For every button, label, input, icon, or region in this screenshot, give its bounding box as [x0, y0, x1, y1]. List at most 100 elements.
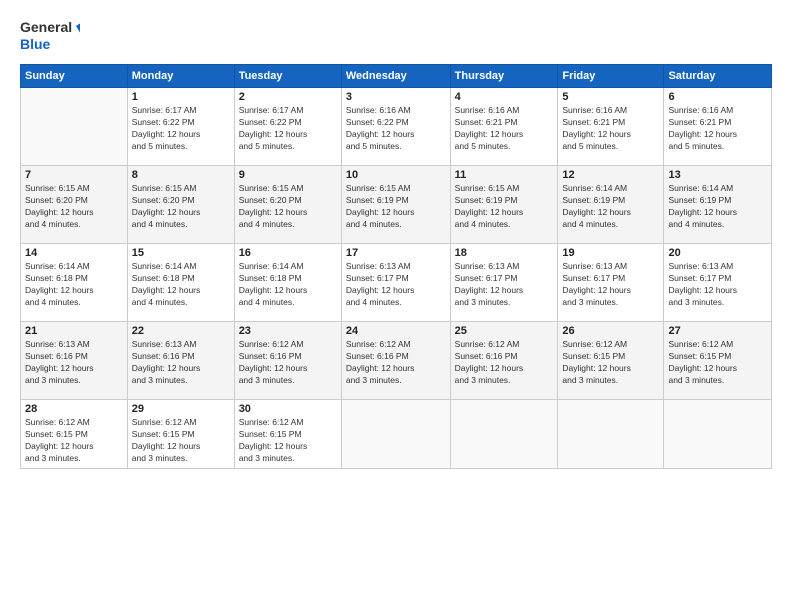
day-info: Sunrise: 6:13 AMSunset: 6:16 PMDaylight:…: [132, 339, 230, 387]
day-number: 29: [132, 403, 230, 415]
day-info: Sunrise: 6:12 AMSunset: 6:15 PMDaylight:…: [239, 417, 337, 465]
calendar-cell: 4Sunrise: 6:16 AMSunset: 6:21 PMDaylight…: [450, 88, 558, 166]
day-number: 28: [25, 403, 123, 415]
calendar-cell: 25 Sunrise: 6:12 AMSunset: 6:16 PMDayligh…: [450, 322, 558, 400]
day-number: 1: [132, 91, 230, 103]
day-number: 14: [25, 247, 123, 259]
day-number: 22: [132, 325, 230, 337]
day-info: Sunrise: 6:14 AMSunset: 6:18 PMDaylight:…: [239, 261, 337, 309]
calendar-cell: 5 Sunrise: 6:16 AMSunset: 6:21 PMDaylight…: [558, 88, 664, 166]
calendar-cell: 14 Sunrise: 6:14 AMSunset: 6:18 PMDayligh…: [21, 244, 128, 322]
day-info: Sunrise: 6:14 AMSunset: 6:19 PMDaylight:…: [562, 183, 659, 231]
calendar-cell: 29 Sunrise: 6:12 AMSunset: 6:15 PMDayligh…: [127, 400, 234, 469]
day-info: Sunrise: 6:12 AMSunset: 6:16 PMDaylight:…: [239, 339, 337, 387]
day-info: Sunrise: 6:13 AMSunset: 6:17 PMDaylight:…: [562, 261, 659, 309]
day-info: Sunrise: 6:12 AMSunset: 6:15 PMDaylight:…: [562, 339, 659, 387]
day-info: Sunrise: 6:17 AMSunset: 6:22 PMDaylight:…: [239, 105, 337, 153]
day-info: Sunrise: 6:16 AMSunset: 6:21 PMDaylight:…: [455, 105, 554, 153]
day-info: Sunrise: 6:16 AMSunset: 6:22 PMDaylight:…: [346, 105, 446, 153]
day-number: 2: [239, 91, 337, 103]
calendar-cell: 8 Sunrise: 6:15 AMSunset: 6:20 PMDaylight…: [127, 166, 234, 244]
calendar-cell: 10 Sunrise: 6:15 AMSunset: 6:19 PMDayligh…: [341, 166, 450, 244]
calendar-cell: 23Sunrise: 6:12 AMSunset: 6:16 PMDayligh…: [234, 322, 341, 400]
calendar-cell: [558, 400, 664, 469]
calendar-cell: 30 Sunrise: 6:12 AMSunset: 6:15 PMDayligh…: [234, 400, 341, 469]
calendar-cell: 11 Sunrise: 6:15 AMSunset: 6:19 PMDayligh…: [450, 166, 558, 244]
calendar-cell: 16 Sunrise: 6:14 AMSunset: 6:18 PMDayligh…: [234, 244, 341, 322]
calendar-cell: [664, 400, 772, 469]
day-info: Sunrise: 6:15 AMSunset: 6:19 PMDaylight:…: [455, 183, 554, 231]
calendar-cell: [21, 88, 128, 166]
calendar-cell: 28 Sunrise: 6:12 AMSunset: 6:15 PMDayligh…: [21, 400, 128, 469]
day-number: 20: [668, 247, 767, 259]
calendar-cell: 7Sunrise: 6:15 AMSunset: 6:20 PMDaylight…: [21, 166, 128, 244]
logo: General Blue: [20, 16, 80, 54]
header-row: SundayMondayTuesdayWednesdayThursdayFrid…: [21, 65, 772, 88]
day-number: 10: [346, 169, 446, 181]
day-info: Sunrise: 6:14 AMSunset: 6:19 PMDaylight:…: [668, 183, 767, 231]
calendar-cell: 21Sunrise: 6:13 AMSunset: 6:16 PMDayligh…: [21, 322, 128, 400]
day-number: 26: [562, 325, 659, 337]
day-number: 8: [132, 169, 230, 181]
svg-text:General: General: [20, 19, 72, 35]
day-info: Sunrise: 6:16 AMSunset: 6:21 PMDaylight:…: [562, 105, 659, 153]
calendar-cell: [450, 400, 558, 469]
calendar-cell: 27 Sunrise: 6:12 AMSunset: 6:15 PMDayligh…: [664, 322, 772, 400]
calendar-cell: 20Sunrise: 6:13 AMSunset: 6:17 PMDayligh…: [664, 244, 772, 322]
day-info: Sunrise: 6:13 AMSunset: 6:17 PMDaylight:…: [455, 261, 554, 309]
day-number: 15: [132, 247, 230, 259]
day-number: 30: [239, 403, 337, 415]
day-info: Sunrise: 6:14 AMSunset: 6:18 PMDaylight:…: [132, 261, 230, 309]
day-info: Sunrise: 6:15 AMSunset: 6:20 PMDaylight:…: [25, 183, 123, 231]
day-number: 6: [668, 91, 767, 103]
day-number: 27: [668, 325, 767, 337]
page: General Blue SundayMondayTuesdayWednesda…: [0, 0, 792, 612]
day-number: 16: [239, 247, 337, 259]
day-info: Sunrise: 6:12 AMSunset: 6:16 PMDaylight:…: [346, 339, 446, 387]
calendar-cell: 12 Sunrise: 6:14 AMSunset: 6:19 PMDayligh…: [558, 166, 664, 244]
calendar-cell: 1 Sunrise: 6:17 AMSunset: 6:22 PMDaylight…: [127, 88, 234, 166]
calendar-cell: 24 Sunrise: 6:12 AMSunset: 6:16 PMDayligh…: [341, 322, 450, 400]
calendar-cell: 22 Sunrise: 6:13 AMSunset: 6:16 PMDayligh…: [127, 322, 234, 400]
day-number: 13: [668, 169, 767, 181]
day-number: 3: [346, 91, 446, 103]
day-number: 9: [239, 169, 337, 181]
header-cell-thursday: Thursday: [450, 65, 558, 88]
header: General Blue: [20, 16, 772, 54]
calendar-cell: 19Sunrise: 6:13 AMSunset: 6:17 PMDayligh…: [558, 244, 664, 322]
calendar-cell: 9Sunrise: 6:15 AMSunset: 6:20 PMDaylight…: [234, 166, 341, 244]
day-info: Sunrise: 6:12 AMSunset: 6:15 PMDaylight:…: [132, 417, 230, 465]
week-row-0: 1 Sunrise: 6:17 AMSunset: 6:22 PMDaylight…: [21, 88, 772, 166]
day-number: 18: [455, 247, 554, 259]
day-number: 11: [455, 169, 554, 181]
header-cell-tuesday: Tuesday: [234, 65, 341, 88]
day-info: Sunrise: 6:12 AMSunset: 6:15 PMDaylight:…: [25, 417, 123, 465]
day-number: 12: [562, 169, 659, 181]
day-info: Sunrise: 6:12 AMSunset: 6:16 PMDaylight:…: [455, 339, 554, 387]
week-row-4: 28 Sunrise: 6:12 AMSunset: 6:15 PMDayligh…: [21, 400, 772, 469]
calendar-cell: 18 Sunrise: 6:13 AMSunset: 6:17 PMDayligh…: [450, 244, 558, 322]
day-info: Sunrise: 6:17 AMSunset: 6:22 PMDaylight:…: [132, 105, 230, 153]
calendar-table: SundayMondayTuesdayWednesdayThursdayFrid…: [20, 64, 772, 469]
header-cell-saturday: Saturday: [664, 65, 772, 88]
header-cell-friday: Friday: [558, 65, 664, 88]
logo-svg: General Blue: [20, 16, 80, 54]
day-info: Sunrise: 6:15 AMSunset: 6:20 PMDaylight:…: [132, 183, 230, 231]
day-number: 24: [346, 325, 446, 337]
day-info: Sunrise: 6:14 AMSunset: 6:18 PMDaylight:…: [25, 261, 123, 309]
calendar-cell: 26 Sunrise: 6:12 AMSunset: 6:15 PMDayligh…: [558, 322, 664, 400]
calendar-cell: 15 Sunrise: 6:14 AMSunset: 6:18 PMDayligh…: [127, 244, 234, 322]
day-number: 25: [455, 325, 554, 337]
calendar-cell: 2 Sunrise: 6:17 AMSunset: 6:22 PMDaylight…: [234, 88, 341, 166]
day-number: 17: [346, 247, 446, 259]
calendar-cell: 6 Sunrise: 6:16 AMSunset: 6:21 PMDaylight…: [664, 88, 772, 166]
calendar-cell: [341, 400, 450, 469]
day-info: Sunrise: 6:16 AMSunset: 6:21 PMDaylight:…: [668, 105, 767, 153]
week-row-1: 7Sunrise: 6:15 AMSunset: 6:20 PMDaylight…: [21, 166, 772, 244]
header-cell-wednesday: Wednesday: [341, 65, 450, 88]
header-cell-sunday: Sunday: [21, 65, 128, 88]
calendar-cell: 13 Sunrise: 6:14 AMSunset: 6:19 PMDayligh…: [664, 166, 772, 244]
day-info: Sunrise: 6:12 AMSunset: 6:15 PMDaylight:…: [668, 339, 767, 387]
day-number: 5: [562, 91, 659, 103]
day-info: Sunrise: 6:15 AMSunset: 6:19 PMDaylight:…: [346, 183, 446, 231]
